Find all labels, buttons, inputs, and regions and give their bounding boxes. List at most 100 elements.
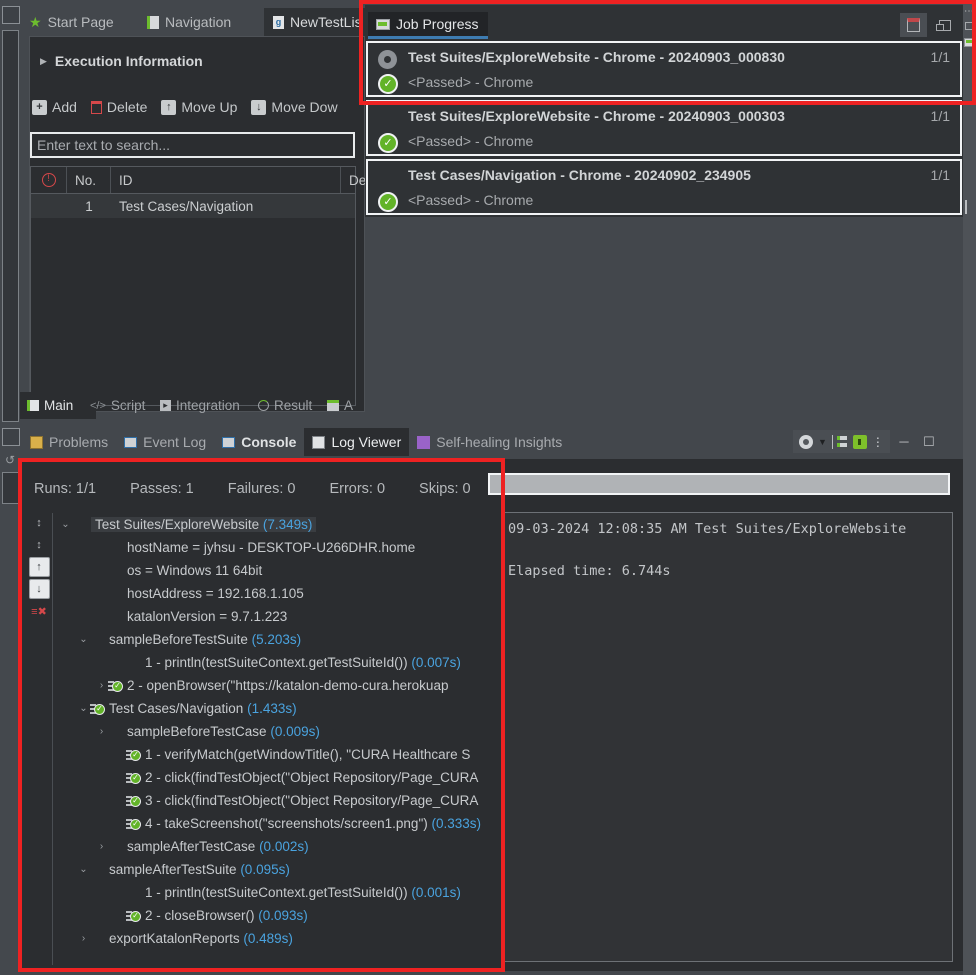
- tab-problems[interactable]: Problems: [22, 428, 116, 456]
- tree-layout-icon[interactable]: [831, 434, 848, 449]
- chevron-right-icon[interactable]: ›: [95, 680, 108, 691]
- tab-event-log-label: Event Log: [143, 434, 207, 450]
- job-progress-rail-icon[interactable]: [964, 38, 975, 47]
- step-passed-icon: ✓: [126, 794, 141, 808]
- job-progress-item[interactable]: ✓ Test Suites/ExploreWebsite - Chrome - 2…: [366, 100, 962, 156]
- chevron-down-icon[interactable]: ▼: [818, 437, 827, 447]
- chevron-down-icon[interactable]: ⌄: [77, 634, 90, 645]
- chevron-right-icon[interactable]: ›: [95, 841, 108, 852]
- event-log-icon: [124, 436, 138, 448]
- log-tree-node[interactable]: › sampleAfterTestCase (0.002s): [53, 835, 503, 858]
- add-button[interactable]: + Add: [32, 99, 77, 115]
- table-row[interactable]: 1 Test Cases/Navigation: [31, 194, 355, 218]
- table-col-status[interactable]: !: [31, 167, 67, 193]
- clear-jobs-icon[interactable]: [900, 13, 927, 37]
- left-collapsed-view-tests[interactable]: [2, 30, 19, 422]
- dock-toolbar-group: ▼ ⋮: [793, 430, 890, 453]
- passed-status-icon: ✓: [378, 133, 398, 153]
- table-col-description[interactable]: De: [341, 167, 366, 193]
- move-down-button[interactable]: ↓ Move Dow: [251, 99, 338, 115]
- tab-analytics[interactable]: A: [320, 392, 378, 419]
- search-input[interactable]: Enter text to search...: [30, 132, 355, 158]
- log-tree-node[interactable]: › ✓ 2 - openBrowser("https://katalon-demo-…: [53, 674, 503, 697]
- tab-integration[interactable]: ▸ Integration: [153, 392, 263, 419]
- log-tree-node[interactable]: ✓ 2 - click(findTestObject("Object Reposi…: [53, 766, 503, 789]
- tree-node-text: 1 - println(testSuiteContext.getTestSuit…: [145, 655, 461, 670]
- table-col-no[interactable]: No.: [67, 167, 111, 193]
- tab-event-log[interactable]: Event Log: [116, 428, 214, 456]
- tests-rail-icon[interactable]: [965, 200, 976, 214]
- move-up-button-label: Move Up: [181, 99, 238, 115]
- log-tree-node[interactable]: ✓ 1 - verifyMatch(getWindowTitle(), "CURA…: [53, 743, 503, 766]
- editor-tab-label: NewTestLis: [290, 14, 362, 30]
- stat-errors: Errors: 0: [329, 481, 386, 497]
- tab-self-healing-insights[interactable]: Self-healing Insights: [409, 428, 570, 456]
- maximize-icon[interactable]: ☐: [918, 434, 940, 450]
- clear-log-icon[interactable]: ≡✖: [28, 601, 50, 621]
- move-up-button[interactable]: ↑ Move Up: [161, 99, 237, 115]
- job-progress-item[interactable]: ✓ Test Cases/Navigation - Chrome - 202409…: [366, 159, 962, 215]
- tree-node-duration: (0.095s): [236, 862, 290, 877]
- section-title: Execution Information: [54, 53, 203, 69]
- job-progress-title: Job Progress: [396, 16, 479, 32]
- log-tree-node[interactable]: › exportKatalonReports (0.489s): [53, 927, 503, 950]
- log-tree-node[interactable]: ✓ 4 - takeScreenshot("screenshots/screen1…: [53, 812, 503, 835]
- error-indicator-icon: !: [41, 173, 56, 187]
- right-rail: ⋯: [963, 0, 976, 975]
- log-tree-node[interactable]: katalonVersion = 9.7.1.223: [53, 605, 503, 628]
- job-name: Test Suites/ExploreWebsite - Chrome - 20…: [408, 49, 785, 65]
- left-view-icon-a[interactable]: [2, 428, 20, 446]
- editor-tab-label: Start Page: [47, 14, 114, 30]
- tree-node-duration: (0.002s): [255, 839, 309, 854]
- run-progress-bar: [488, 473, 950, 495]
- refresh-icon[interactable]: ↺: [2, 452, 18, 468]
- table-col-id[interactable]: ID: [111, 167, 341, 193]
- tree-node-text: katalonVersion = 9.7.1.223: [127, 609, 288, 624]
- console-icon: [222, 436, 236, 448]
- log-tree-node[interactable]: ⌄ Test Suites/ExploreWebsite (7.349s): [53, 513, 503, 536]
- log-tree-node[interactable]: os = Windows 11 64bit: [53, 559, 503, 582]
- log-tree-node[interactable]: ✓ 3 - click(findTestObject("Object Reposi…: [53, 789, 503, 812]
- restore-panel-icon[interactable]: [931, 13, 958, 37]
- chevron-down-icon[interactable]: ⌄: [59, 519, 72, 530]
- overflow-menu-icon[interactable]: ⋮: [872, 436, 884, 448]
- view-menu-icon[interactable]: [799, 434, 813, 449]
- editor-tab-start-page[interactable]: ★ Start Page: [20, 8, 150, 36]
- log-viewer-stats: Runs: 1/1 Passes: 1 Failures: 0 Errors: 0 Sk…: [34, 475, 474, 503]
- log-tree-node[interactable]: ⌄ ✓ Test Cases/Navigation (1.433s): [53, 697, 503, 720]
- log-console-output[interactable]: 09-03-2024 12:08:35 AM Test Suites/Explo…: [503, 512, 953, 962]
- tree-node-text: 2 - click(findTestObject("Object Reposit…: [145, 770, 479, 785]
- log-tree-node[interactable]: ✓ 2 - closeBrowser() (0.093s): [53, 904, 503, 927]
- restore-view-icon[interactable]: [965, 22, 974, 30]
- chevron-down-icon[interactable]: ⌄: [77, 864, 90, 875]
- log-tree-node[interactable]: hostName = jyhsu - DESKTOP-U266DHR.home: [53, 536, 503, 559]
- log-tree-node[interactable]: › sampleBeforeTestCase (0.009s): [53, 720, 503, 743]
- perspective-icon[interactable]: [2, 6, 20, 24]
- overflow-dots-icon[interactable]: ⋯: [964, 6, 974, 17]
- log-tree-node[interactable]: hostAddress = 192.168.1.105: [53, 582, 503, 605]
- log-tree-node[interactable]: ⌄ sampleBeforeTestSuite (5.203s): [53, 628, 503, 651]
- log-viewer-tree[interactable]: ⌄ Test Suites/ExploreWebsite (7.349s) host…: [52, 513, 503, 965]
- chevron-down-icon[interactable]: ⌄: [77, 703, 90, 714]
- lock-icon[interactable]: [852, 434, 867, 449]
- job-progress-item[interactable]: ✓ Test Suites/ExploreWebsite - Chrome - 2…: [366, 41, 962, 97]
- execution-information-header[interactable]: ▶ Execution Information: [40, 50, 340, 72]
- log-tree-node[interactable]: 1 - println(testSuiteContext.getTestSuit…: [53, 881, 503, 904]
- next-icon[interactable]: ↓: [28, 579, 50, 599]
- collapse-all-icon[interactable]: ↕: [28, 513, 50, 533]
- log-tree-node[interactable]: 1 - println(testSuiteContext.getTestSuit…: [53, 651, 503, 674]
- previous-icon[interactable]: ↑: [28, 557, 50, 577]
- job-count: 1/1: [930, 49, 950, 65]
- job-count: 1/1: [930, 108, 950, 124]
- left-collapsed-view-b[interactable]: [2, 472, 19, 504]
- editor-tab-navigation[interactable]: Navigation: [138, 8, 276, 36]
- tab-console[interactable]: Console: [214, 428, 304, 456]
- delete-button[interactable]: Delete: [90, 99, 147, 115]
- minimize-icon[interactable]: ─: [893, 434, 915, 449]
- tab-job-progress[interactable]: Job Progress: [368, 12, 489, 39]
- chevron-right-icon[interactable]: ›: [95, 726, 108, 737]
- log-tree-node[interactable]: ⌄ sampleAfterTestSuite (0.095s): [53, 858, 503, 881]
- tab-log-viewer[interactable]: Log Viewer: [304, 428, 410, 456]
- expand-all-icon[interactable]: ↕: [28, 535, 50, 555]
- chevron-right-icon[interactable]: ›: [77, 933, 90, 944]
